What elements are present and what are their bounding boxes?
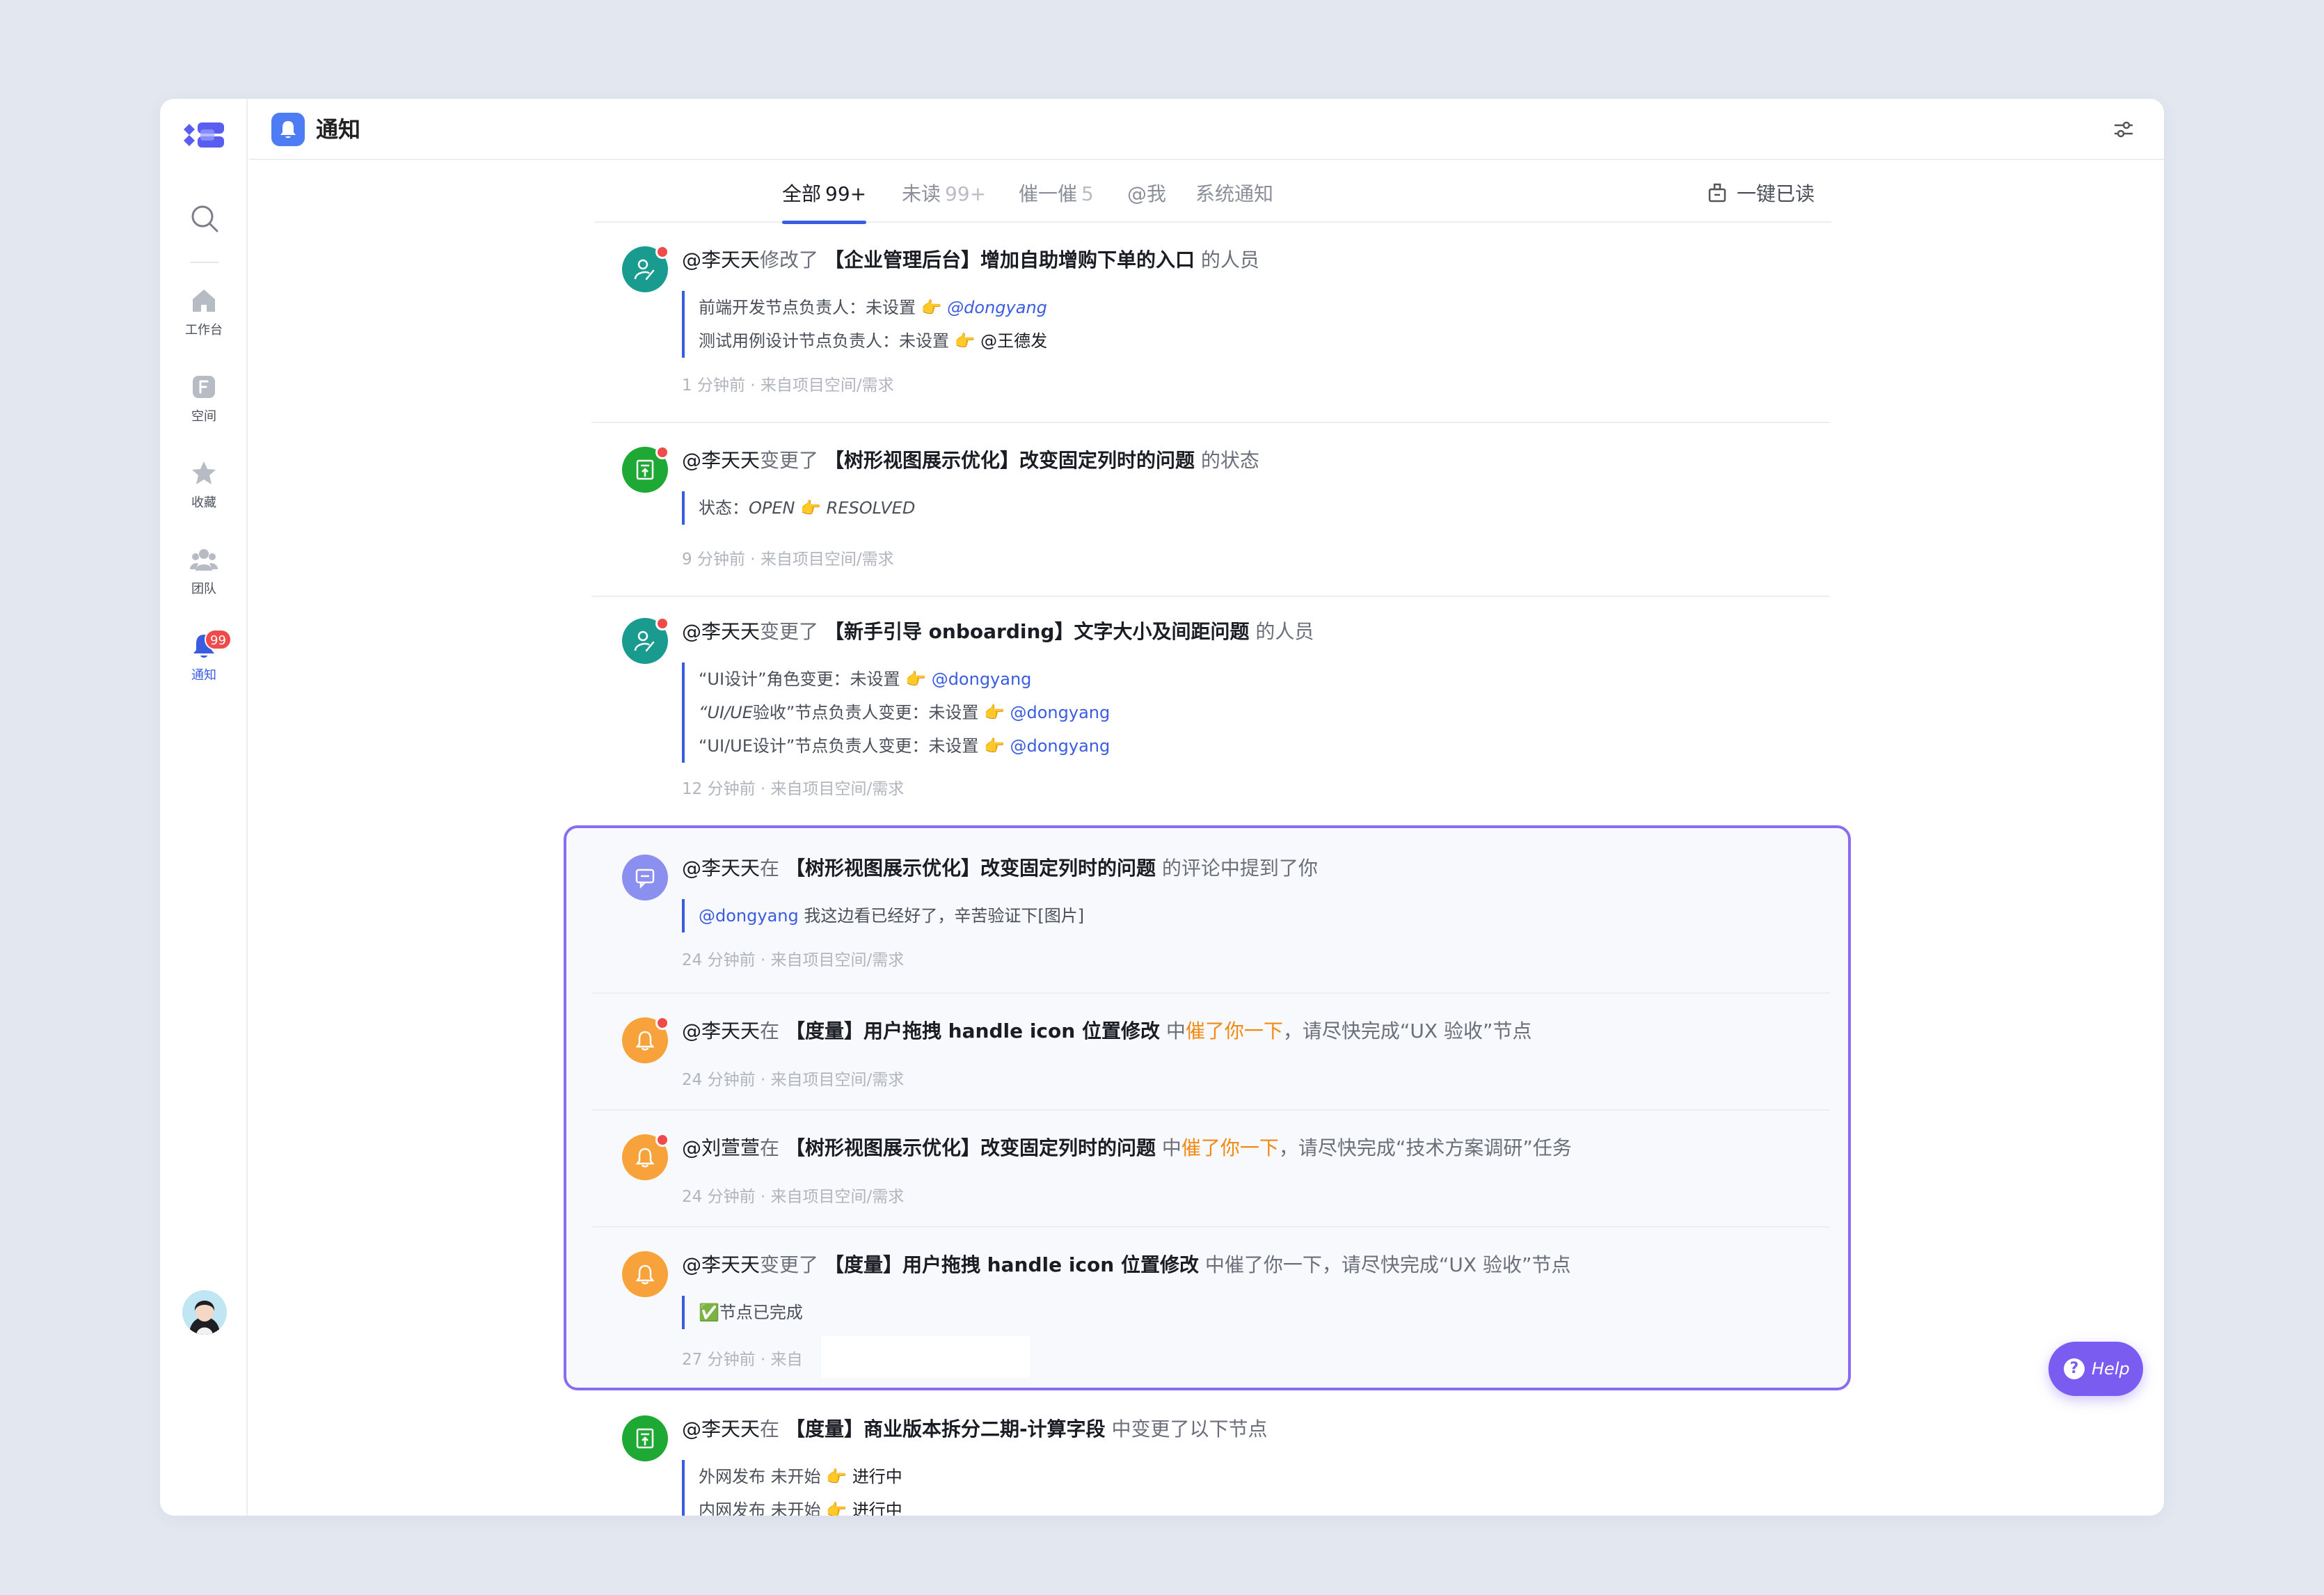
notification-title: @李天天在 【度量】商业版本拆分二期-计算字段 中变更了以下节点 [682, 1418, 1268, 1441]
notification-title: @李天天修改了 【企业管理后台】增加自助增购下单的入口 的人员 [682, 248, 1259, 271]
redacted-area [821, 1336, 1030, 1378]
notification-item[interactable]: @李天天变更了 【新手引导 onboarding】文字大小及间距问题 的人员 “… [591, 597, 1830, 827]
page-header: 通知 [249, 99, 2164, 160]
notification-details: 状态：OPEN 👉 RESOLVED [682, 491, 915, 525]
notification-meta: 9 分钟前 · 来自项目空间/需求 [682, 550, 894, 569]
page-title: 通知 [316, 116, 361, 143]
sidebar-item-label: 工作台 [185, 323, 223, 338]
notification-count-badge: 99 [205, 629, 232, 650]
mention-link[interactable]: @dongyang [699, 906, 799, 926]
doc-status-icon [636, 1428, 654, 1449]
notification-title: @李天天变更了 【新手引导 onboarding】文字大小及间距问题 的人员 [682, 620, 1314, 643]
notification-item[interactable]: @李天天修改了 【企业管理后台】增加自助增购下单的入口 的人员 前端开发节点负责… [591, 224, 1830, 423]
search-icon[interactable] [189, 203, 220, 234]
help-button[interactable]: ? Help [2048, 1342, 2143, 1396]
sidebar-item-team[interactable]: 团队 [160, 546, 248, 597]
team-icon [190, 549, 218, 571]
sidebar-item-label: 收藏 [191, 495, 216, 510]
notification-avatar [622, 855, 668, 900]
doc-status-icon [636, 459, 654, 480]
notification-details: 前端开发节点负责人：未设置 👉 @dongyang 测试用例设计节点负责人：未设… [682, 291, 1047, 358]
star-icon [192, 461, 216, 484]
notification-title: @李天天变更了 【度量】用户拖拽 handle icon 位置修改 中催了你一下… [682, 1253, 1571, 1276]
notification-header-icon [271, 113, 305, 146]
notification-avatar [622, 1251, 668, 1297]
notification-tabs: 全部 99+ 未读 99+ 催一催 5 @我 系统通知 一键已读 [594, 173, 1831, 224]
notification-avatar [622, 445, 669, 493]
unread-dot [655, 617, 669, 630]
notification-title: @刘萱萱在 【树形视图展示优化】改变固定列时的问题 中催了你一下，请尽快完成“技… [682, 1136, 1572, 1159]
help-label: Help [2092, 1359, 2130, 1379]
notification-details: @dongyang 我这边看已经好了，辛苦验证下[图片] [682, 899, 1084, 933]
mention-link[interactable]: @王德发 [980, 331, 1047, 351]
notification-item[interactable]: @李天天在 【度量】商业版本拆分二期-计算字段 中变更了以下节点 外网发布 未开… [591, 1395, 1830, 1516]
notification-meta: 24 分钟前 · 来自项目空间/需求 [682, 1188, 905, 1206]
notification-meta: 12 分钟前 · 来自项目空间/需求 [682, 780, 905, 798]
sidebar-divider [191, 262, 218, 263]
mark-all-read-button[interactable]: 一键已读 [1708, 173, 1815, 223]
notification-item[interactable]: @李天天变更了 【度量】用户拖拽 handle icon 位置修改 中催了你一下… [591, 1228, 1830, 1395]
tab-mentions[interactable]: @我 [1127, 173, 1166, 223]
sidebar-item-workbench[interactable]: 工作台 [160, 287, 248, 338]
sidebar-item-label: 团队 [191, 582, 216, 596]
notification-meta: 27 分钟前 · 来自 [682, 1351, 803, 1369]
sidebar-item-label: 空间 [191, 409, 216, 424]
notification-meta: 24 分钟前 · 来自项目空间/需求 [682, 1071, 905, 1089]
tab-all[interactable]: 全部 99+ [782, 173, 867, 224]
notification-title: @李天天在 【树形视图展示优化】改变固定列时的问题 的评论中提到了你 [682, 857, 1318, 880]
sidebar-item-notifications[interactable]: 99 通知 [160, 629, 248, 683]
home-icon [193, 289, 215, 312]
app-window: 工作台 空间 收藏 团队 99 通知 通知 全部 99+ 未读 99+ 催一催 … [160, 99, 2164, 1516]
app-logo-icon[interactable] [184, 120, 224, 150]
notification-avatar [622, 245, 669, 292]
unread-dot [655, 1133, 669, 1147]
notification-title: @李天天在 【度量】用户拖拽 handle icon 位置修改 中催了你一下，请… [682, 1019, 1532, 1042]
sidebar-item-label: 通知 [191, 668, 216, 683]
user-edit-icon [634, 259, 655, 280]
notification-item[interactable]: @李天天变更了 【树形视图展示优化】改变固定列时的问题 的状态 状态：OPEN … [591, 423, 1830, 597]
mention-link[interactable]: @dongyang [1010, 736, 1111, 756]
notification-details: 外网发布 未开始 👉 进行中 内网发布 未开始 👉 进行中 [682, 1460, 902, 1516]
unread-dot [655, 445, 669, 459]
bell-icon [635, 1264, 655, 1285]
notification-avatar [622, 1415, 668, 1461]
space-icon [193, 376, 215, 398]
user-edit-icon [634, 630, 655, 652]
notification-meta: 1 分钟前 · 来自项目空间/需求 [682, 376, 894, 395]
avatar-image-icon [182, 1290, 227, 1335]
notification-details: ✅节点已完成 [682, 1296, 803, 1329]
help-icon: ? [2064, 1358, 2085, 1379]
notification-avatar [622, 1016, 669, 1063]
bell-icon [635, 1031, 655, 1051]
unread-dot [655, 245, 669, 259]
mention-link[interactable]: @dongyang [932, 669, 1032, 689]
unread-dot [655, 1016, 669, 1030]
notification-details: “UI设计”角色变更：未设置 👉 @dongyang “UI/UE验收”节点负责… [682, 662, 1110, 763]
notification-item[interactable]: @刘萱萱在 【树形视图展示优化】改变固定列时的问题 中催了你一下，请尽快完成“技… [591, 1111, 1830, 1228]
filter-settings-icon[interactable] [2110, 116, 2138, 143]
mention-link[interactable]: @dongyang [947, 298, 1047, 317]
clear-icon [1708, 183, 1726, 203]
sidebar-item-favorites[interactable]: 收藏 [160, 459, 248, 511]
bell-icon [635, 1148, 655, 1168]
tab-system[interactable]: 系统通知 [1195, 173, 1273, 223]
sidebar: 工作台 空间 收藏 团队 99 通知 [160, 99, 248, 1516]
tab-unread[interactable]: 未读 99+ [902, 173, 986, 223]
notification-title: @李天天变更了 【树形视图展示优化】改变固定列时的问题 的状态 [682, 449, 1259, 472]
notification-item[interactable]: @李天天在 【度量】用户拖拽 handle icon 位置修改 中催了你一下，请… [591, 994, 1830, 1111]
user-avatar[interactable] [182, 1290, 227, 1335]
notification-meta: 24 分钟前 · 来自项目空间/需求 [682, 951, 905, 969]
notification-avatar [622, 617, 669, 664]
notification-item[interactable]: @李天天在 【树形视图展示优化】改变固定列时的问题 的评论中提到了你 @dong… [591, 827, 1830, 994]
sidebar-item-space[interactable]: 空间 [160, 373, 248, 424]
mention-link[interactable]: @dongyang [1010, 703, 1111, 722]
bell-icon [280, 121, 296, 138]
tab-urge[interactable]: 催一催 5 [1019, 173, 1094, 223]
comment-icon [635, 868, 655, 889]
notification-avatar [622, 1133, 669, 1180]
